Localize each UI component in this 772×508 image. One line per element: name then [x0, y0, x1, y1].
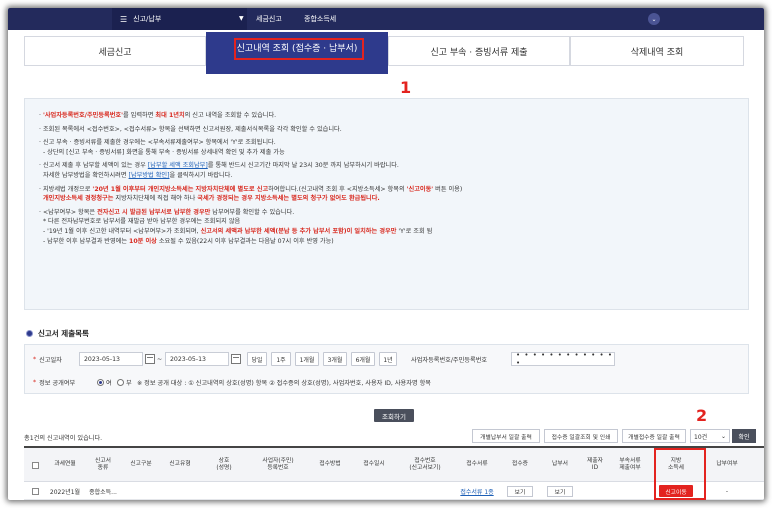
id-number-input[interactable]: • • • • • • • • • • • • • [511, 351, 615, 367]
page-size-select[interactable]: 10건 ⌄ [690, 429, 730, 443]
col-header: 과세연월 [54, 461, 76, 468]
header-select-all[interactable] [24, 448, 46, 482]
info-line: 개인지방소득세 경정청구는 지방자치단체에 직접 해야 하나 국세가 경정되는 … [42, 195, 380, 203]
docs-link[interactable]: 접수서류 1종 [460, 487, 493, 496]
period-today-button[interactable]: 당일 [247, 352, 267, 366]
info-line: - '19년 1월 이후 신고한 내역부터 <납부여부>가 조회되며, 신고서의… [42, 227, 433, 235]
highlight-box-tab [234, 38, 364, 60]
period-1week-button[interactable]: 1주 [271, 352, 291, 366]
period-1year-button[interactable]: 1년 [379, 352, 397, 366]
search-button[interactable]: 조회하기 [374, 409, 414, 422]
view-receipt-button[interactable]: 보기 [506, 485, 534, 497]
col-header: 제출자 ID [587, 457, 603, 472]
chevron-down-icon: ⌄ [720, 432, 726, 440]
disclose-label: * 정보 공개여부 [33, 378, 76, 387]
info-line: · 신고서 제출 후 납부할 세액이 있는 경우 [납부할 세액 조회납부]를 … [39, 162, 399, 170]
cell-bill: 보기 [540, 482, 580, 500]
checkbox-icon [31, 461, 39, 469]
period-6month-button[interactable]: 6개월 [351, 352, 375, 366]
checkbox-icon [31, 487, 39, 495]
result-count: 총1건의 신고내역이 있습니다. [24, 435, 103, 442]
disclose-no-radio[interactable]: 부 [117, 375, 132, 389]
annotation-number-2: 2 [696, 406, 708, 425]
bullet-icon [26, 330, 33, 337]
tab-bar: 세금신고 신고내역 조회 (접수증 · 납부서) 신고 부속 · 증빙서류 제출… [24, 32, 744, 74]
period-3month-button[interactable]: 3개월 [323, 352, 347, 366]
cell-receipt: 보기 [500, 482, 540, 500]
info-line: · <납부여부> 항목은 전자신고 시 발급된 납부서로 납부한 경우만 납부여… [39, 208, 295, 216]
tab-tax-report[interactable]: 세금신고 [24, 36, 206, 66]
breadcrumb-tax-report[interactable]: 세금신고 [256, 8, 296, 30]
cell-type: 종합소득... [89, 488, 117, 496]
radio-icon [117, 378, 124, 386]
range-tilde: ~ [157, 355, 163, 363]
col-header: 접수일시 [363, 461, 385, 468]
bulk-print-bills-button[interactable]: 개별납부서 일괄 출력 [472, 429, 540, 443]
expand-chevron-icon[interactable]: ⌄ [648, 13, 660, 25]
period-label: * 신고일자 [33, 355, 62, 364]
menu-label: 신고/납부 [133, 15, 162, 23]
col-header: 신고서 종류 [95, 457, 111, 472]
disclose-note: ※ 정보 공개 대상 : ① 신고내역의 상호(성명) 항목 ② 접수증의 상호… [137, 379, 431, 387]
date-to-input[interactable]: 2023-05-13 [165, 352, 229, 366]
col-header: 신고유형 [169, 461, 191, 468]
confirm-button[interactable]: 확인 [732, 429, 756, 443]
breadcrumb-income-tax[interactable]: 종합소득세 [304, 8, 364, 30]
top-nav-bar: ☰ 신고/납부 ▼ 세금신고 종합소득세 ⌄ [8, 8, 764, 30]
bulk-print-individual-receipts-button[interactable]: 개별접수증 일괄 출력 [622, 429, 686, 443]
col-header: 부속서류 제출여부 [619, 457, 641, 472]
cell-period: 2022년1월 [49, 488, 81, 496]
date-from-input[interactable]: 2023-05-13 [79, 352, 143, 366]
info-line: · 조회된 목록에서 <접수번호>, <접수서류> 항목을 선택하면 신고서원장… [39, 125, 342, 133]
cell-paid: - [725, 487, 729, 495]
col-header: 납부서 [552, 461, 568, 468]
section-title: 신고서 제출목록 [26, 328, 89, 339]
info-line: 자세한 납부방법을 확인하시려면 [납부방법 확인]을 클릭하시기 바랍니다. [42, 171, 233, 179]
info-line: * 다른 전자납부번호로 납부서를 재발급 받아 납부한 경우에는 조회되지 않… [42, 218, 241, 226]
period-1month-button[interactable]: 1개월 [295, 352, 319, 366]
table-row: 2022년1월 종합소득... 접수서류 1종 보기 보기 신고이동 - [24, 482, 764, 500]
disclose-yes-radio[interactable]: 여 [97, 375, 112, 389]
menu-selector[interactable]: ☰ 신고/납부 [112, 8, 247, 30]
col-header: 상호 (성명) [216, 457, 232, 472]
search-filter-box: * 신고일자 2023-05-13 ~ 2023-05-13 당일 1주 1개월 … [24, 344, 749, 394]
radio-icon [97, 378, 104, 386]
row-select[interactable] [24, 482, 46, 500]
calendar-icon[interactable] [145, 354, 155, 364]
info-line: · 신고 부속 · 증빙서류를 제출한 경우에는 <부속서류제출여부> 항목에서… [39, 139, 276, 147]
view-bill-button[interactable]: 보기 [546, 485, 574, 497]
hamburger-icon: ☰ [120, 14, 128, 24]
calendar-icon[interactable] [231, 354, 241, 364]
col-header: 접수서류 [466, 461, 488, 468]
info-line: · '사업자등록번호/주민등록번호'를 입력하면 최대 1년치의 신고 내역을 … [39, 112, 277, 119]
col-header: 접수방법 [319, 461, 341, 468]
link-payment-method[interactable]: [납부방법 확인] [129, 172, 170, 179]
dropdown-arrow-icon[interactable]: ▼ [239, 15, 244, 22]
col-header: 접수증 [512, 461, 528, 468]
col-header: 사업자(주민) 등록번호 [262, 457, 294, 472]
highlight-box-local-tax [654, 448, 706, 500]
table-header-row: 과세연월 신고서 종류 신고구분 신고유형 상호 (성명) 사업자(주민) 등록… [24, 448, 764, 482]
cell-docs: 접수서류 1종 [454, 482, 500, 500]
tab-attachments[interactable]: 신고 부속 · 증빙서류 제출 [388, 36, 570, 66]
info-notice-box: · '사업자등록번호/주민등록번호'를 입력하면 최대 1년치의 신고 내역을 … [24, 98, 749, 310]
info-line: · 지방세법 개정으로 '20년 1월 이후부터 개인지방소득세는 지방자치단체… [39, 185, 463, 193]
tab-deleted-history[interactable]: 삭제내역 조회 [570, 36, 744, 66]
info-line: - 상단의 [신고 부속 · 증빙서류] 화면을 통해 부속 · 증빙서류 상세… [42, 148, 285, 156]
col-header: 신고구분 [130, 461, 152, 468]
col-header: 접수번호 (신고서보기) [409, 457, 441, 472]
id-label: 사업자등록번호/주민등록번호 [411, 356, 488, 364]
hometax-window: ☰ 신고/납부 ▼ 세금신고 종합소득세 ⌄ 세금신고 신고내역 조회 (접수증… [8, 8, 764, 500]
link-tax-payment[interactable]: [납부할 세액 조회납부] [148, 162, 208, 169]
bulk-print-receipts-button[interactable]: 접수증 일괄조회 및 인쇄 [544, 429, 618, 443]
annotation-number-1: 1 [400, 78, 412, 97]
col-header: 납부여부 [716, 461, 738, 468]
results-table: 과세연월 신고서 종류 신고구분 신고유형 상호 (성명) 사업자(주민) 등록… [24, 446, 764, 500]
info-line: - 납부한 이후 납부결과 반영에는 10분 이상 소요될 수 있음(22시 이… [42, 237, 334, 245]
